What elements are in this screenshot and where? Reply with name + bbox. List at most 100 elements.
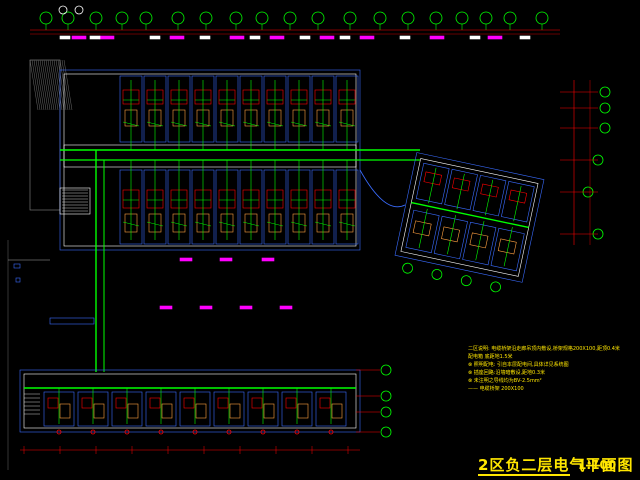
magenta-tag <box>239 305 253 310</box>
axis-bubble <box>431 269 443 280</box>
note-line: ⊗ 未注明之导线均为BV-2.5mm² <box>468 378 542 384</box>
axis-bubble <box>535 11 549 25</box>
lower-fixture <box>251 397 263 409</box>
lower-fixture <box>47 397 59 409</box>
axis-bubble <box>401 11 415 25</box>
magenta-tag <box>169 35 185 40</box>
lower-fixture <box>319 397 331 409</box>
white-tag <box>249 35 261 40</box>
magenta-tag <box>261 257 275 262</box>
axis-bubble <box>229 11 243 25</box>
connector-arc <box>359 169 406 208</box>
magenta-tag <box>99 35 115 40</box>
white-tag <box>399 35 411 40</box>
lower-furniture <box>93 403 105 419</box>
floor-plan-svg[interactable] <box>0 0 640 480</box>
hatch-line <box>31 59 41 111</box>
lower-furniture <box>331 403 343 419</box>
drawing-scale: 1:100 <box>578 458 617 472</box>
right-axis-grid <box>560 80 611 245</box>
lower-fixture <box>115 397 127 409</box>
magenta-tag <box>319 35 335 40</box>
axis-bubble <box>380 426 392 438</box>
axis-bubble <box>599 122 611 134</box>
axis-bubble <box>455 11 469 25</box>
white-tag <box>149 35 161 40</box>
axis-bubble <box>343 11 357 25</box>
hatch-line <box>53 59 63 111</box>
axis-bubble <box>380 406 392 418</box>
lower-furniture <box>263 403 275 419</box>
hatch-line <box>63 59 73 111</box>
axis-bubble <box>599 86 611 98</box>
axis-bubble <box>39 11 53 25</box>
white-tag <box>519 35 531 40</box>
lower-fixture <box>285 397 297 409</box>
axis-bubble <box>479 11 493 25</box>
annex-branch <box>503 227 513 267</box>
lower-furniture <box>127 403 139 419</box>
magenta-tag <box>219 257 233 262</box>
lower-furniture <box>229 403 241 419</box>
lower-furniture <box>297 403 309 419</box>
white-tag <box>469 35 481 40</box>
axis-bubble <box>255 11 269 25</box>
lower-furniture <box>195 403 207 419</box>
hatch-line <box>43 59 53 111</box>
left-marker <box>15 277 21 283</box>
white-tag <box>199 35 211 40</box>
magenta-tag <box>71 35 87 40</box>
note-line: ⊗ 插座回路:沿墙暗敷设,距地0.3米 <box>468 370 546 376</box>
stair-outline <box>59 187 91 215</box>
title-underline <box>478 474 570 476</box>
axis-bubble <box>380 364 392 376</box>
note-line: —— 电缆桥架 200X100 <box>468 386 524 392</box>
axis-bubble <box>115 11 129 25</box>
lower-fixture <box>81 397 93 409</box>
axis-bubble <box>490 281 502 293</box>
white-tag <box>339 35 351 40</box>
magenta-tag <box>279 305 293 310</box>
hatched-wall <box>29 59 73 211</box>
axis-bubble <box>599 102 611 114</box>
lower-furniture <box>59 403 71 419</box>
hatch-line <box>39 59 49 111</box>
lower-wing <box>19 364 392 454</box>
axis-bubble <box>89 11 103 25</box>
cad-drawing-canvas[interactable]: 二区说明: 电缆桥架沿走廊吊顶内敷设,桥架规格200X100,距顶0.4米 配电… <box>0 0 640 480</box>
note-line: ⊗ 照明配电: 引自本层配电间,具体详见系统图 <box>468 362 569 368</box>
design-notes: 二区说明: 电缆桥架沿走廊吊顶内敷设,桥架规格200X100,距顶0.4米 配电… <box>468 345 620 393</box>
magenta-tag <box>159 305 173 310</box>
axis-bubble <box>139 11 153 25</box>
annex-outline <box>394 152 545 283</box>
magenta-tag <box>179 257 193 262</box>
hatch-line <box>49 59 59 111</box>
magenta-tag <box>359 35 375 40</box>
hatch-line <box>41 59 51 111</box>
axis-bubble <box>429 11 443 25</box>
magenta-tag <box>269 35 285 40</box>
drawing-title-block: 2区负二层电气平面图 1:100 <box>478 454 632 476</box>
note-line: 配电箱 底距地1.5米 <box>468 354 513 360</box>
left-marker <box>13 263 21 269</box>
hatch-line <box>47 59 57 111</box>
axis-bubble <box>199 11 213 25</box>
left-details <box>7 240 293 470</box>
hatch-line <box>51 59 61 111</box>
magenta-tag <box>229 35 245 40</box>
annex-branch <box>447 214 456 255</box>
hatch-line <box>57 59 67 111</box>
lower-fixture <box>217 397 229 409</box>
axis-bubble <box>171 11 185 25</box>
axis-bubble <box>460 275 472 287</box>
north-arrow <box>74 5 84 15</box>
lower-fixture <box>149 397 161 409</box>
axis-bubble <box>402 262 413 274</box>
magenta-tag <box>429 35 445 40</box>
axis-bubble <box>380 390 392 402</box>
corridor <box>63 144 357 168</box>
axis-bubble <box>373 11 387 25</box>
hatch-line <box>33 59 43 111</box>
hatch-line <box>61 59 71 111</box>
annex-inner-wall <box>400 158 539 277</box>
